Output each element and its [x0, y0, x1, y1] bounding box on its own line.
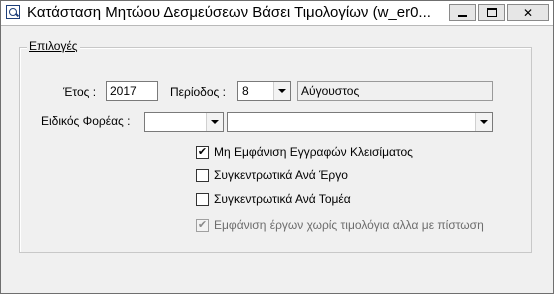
summary-by-sector-checkbox[interactable] — [196, 193, 209, 206]
hide-closing-entries-label: Μη Εμφάνιση Εγγραφών Κλεισίματος — [214, 145, 413, 159]
special-body-code-dropdown-button[interactable] — [206, 113, 223, 131]
hide-closing-entries-checkbox[interactable]: ✔ — [196, 146, 209, 159]
special-body-name-select[interactable] — [227, 112, 493, 132]
report-window: Κατάσταση Μητώου Δεσμεύσεων Βάσει Τιμολο… — [0, 0, 554, 294]
chevron-down-icon — [211, 120, 219, 124]
period-name-value: Αύγουστος — [301, 84, 360, 98]
period-name-field: Αύγουστος — [297, 81, 493, 101]
minimize-icon — [458, 14, 467, 17]
special-body-code-select[interactable] — [144, 112, 224, 132]
special-body-label: Ειδικός Φορέας : — [41, 114, 131, 128]
chevron-down-icon — [480, 120, 488, 124]
year-value: 2017 — [110, 84, 137, 98]
year-label: Έτος : — [63, 85, 97, 99]
special-body-name-dropdown-button[interactable] — [475, 113, 492, 131]
year-input[interactable]: 2017 — [106, 81, 158, 101]
maximize-icon — [486, 8, 497, 17]
app-icon — [6, 5, 20, 19]
summary-by-project-checkbox[interactable] — [196, 169, 209, 182]
summary-by-project-label: Συγκεντρωτικά Ανά Έργο — [214, 168, 348, 182]
close-icon: ✕ — [522, 5, 534, 20]
window-title: Κατάσταση Μητώου Δεσμεύσεων Βάσει Τιμολο… — [27, 4, 431, 21]
period-select[interactable]: 8 — [237, 81, 291, 101]
minimize-button[interactable] — [449, 4, 476, 21]
period-label: Περίοδος : — [170, 85, 226, 99]
period-dropdown-button[interactable] — [273, 82, 290, 100]
client-area: Επιλογές Έτος : 2017 Περίοδος : 8 Αύγουσ… — [1, 26, 553, 293]
maximize-button[interactable] — [478, 4, 505, 21]
close-button[interactable]: ✕ — [507, 4, 549, 21]
period-value: 8 — [242, 84, 249, 98]
chevron-down-icon — [278, 89, 286, 93]
show-projects-without-invoices-label: Εμφάνιση έργων χωρίς τιμολόγια αλλα με π… — [214, 218, 484, 232]
options-group-label: Επιλογές — [27, 39, 80, 53]
title-bar[interactable]: Κατάσταση Μητώου Δεσμεύσεων Βάσει Τιμολο… — [1, 1, 553, 26]
summary-by-sector-label: Συγκεντρωτικά Ανά Τομέα — [214, 192, 351, 206]
show-projects-without-invoices-checkbox: ✔ — [196, 219, 209, 232]
